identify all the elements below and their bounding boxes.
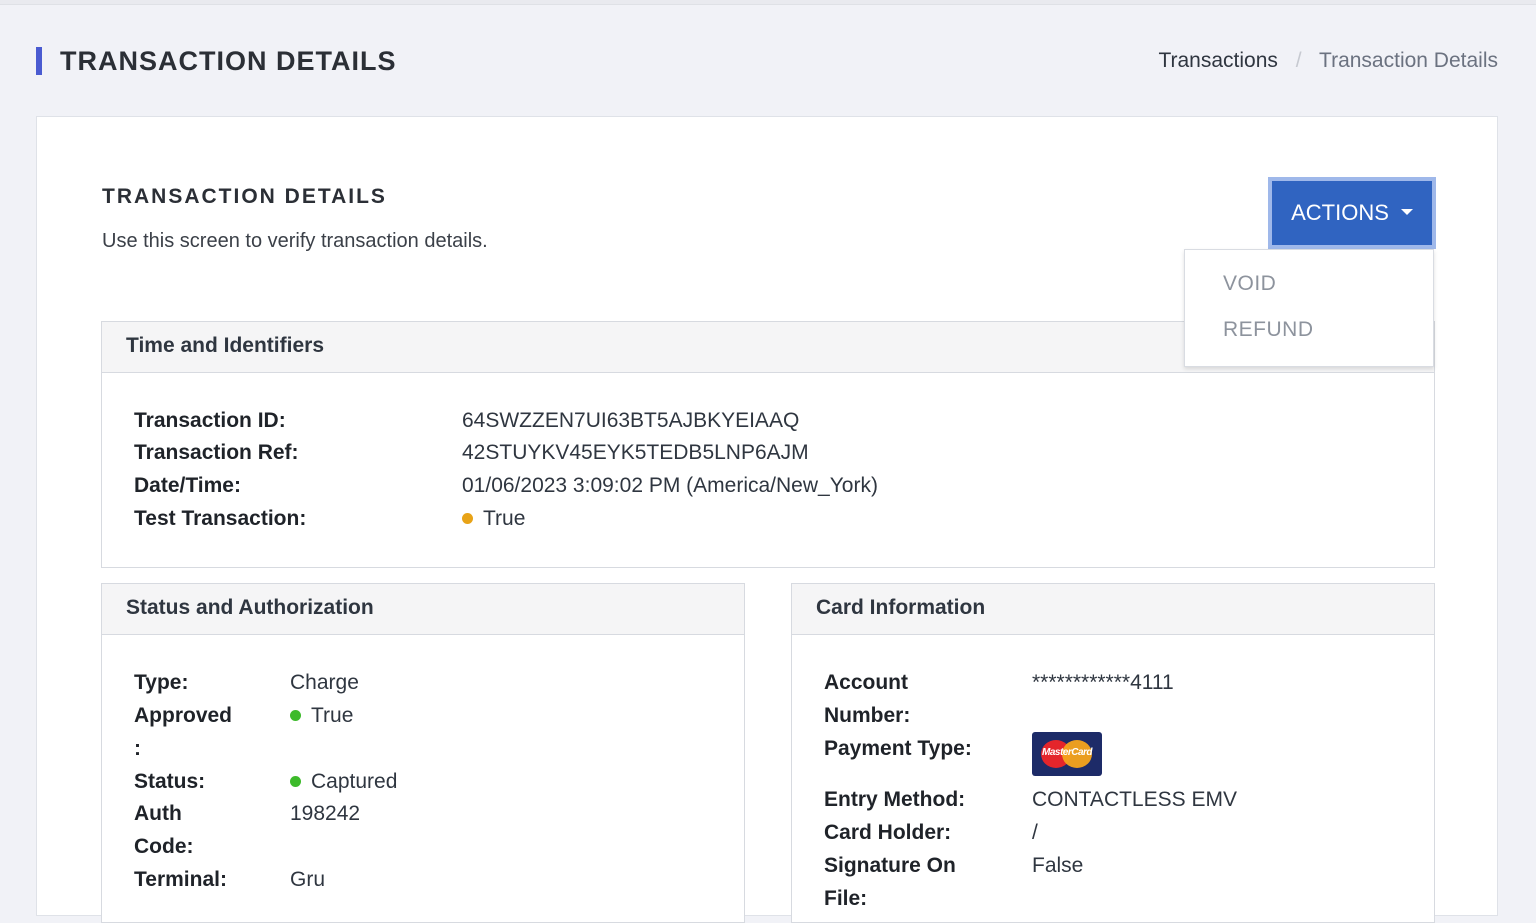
section-subtitle: Use this screen to verify transaction de… (102, 230, 488, 252)
approved-label-line2: : (134, 737, 141, 760)
status-authorization-panel: Status and Authorization Type: Charge Ap… (101, 583, 745, 923)
terminal-value: Gru (290, 868, 326, 891)
datetime-label: Date/Time: (134, 474, 241, 497)
signature-on-file-label-line1: Signature On (824, 854, 956, 877)
status-label: Status: (134, 770, 206, 793)
payment-type-label: Payment Type: (824, 737, 972, 760)
account-number-label-line2: Number: (824, 704, 911, 727)
menu-item-refund[interactable]: REFUND (1223, 318, 1314, 342)
status-dot-icon (290, 710, 301, 721)
page-title: TRANSACTION DETAILS (60, 46, 397, 76)
caret-down-icon (1400, 209, 1413, 215)
test-transaction-label: Test Transaction: (134, 507, 307, 530)
page-header: TRANSACTION DETAILS Transactions / Trans… (36, 46, 1498, 76)
entry-method-value: CONTACTLESS EMV (1032, 788, 1237, 811)
card-holder-value: / (1032, 821, 1038, 844)
section-title: TRANSACTION DETAILS (102, 185, 387, 208)
auth-code-label-line1: Auth (134, 802, 182, 825)
breadcrumb-current: Transaction Details (1319, 49, 1498, 72)
transaction-card: TRANSACTION DETAILS Use this screen to v… (36, 116, 1498, 923)
datetime-value: 01/06/2023 3:09:02 PM (America/New_York) (462, 474, 878, 497)
approved-value: True (290, 699, 353, 732)
mastercard-logo-icon: MasterCard (1032, 732, 1102, 776)
title-accent-bar (36, 47, 42, 75)
test-transaction-value: True (462, 502, 525, 535)
top-border (0, 0, 1536, 5)
type-label: Type: (134, 671, 189, 694)
entry-method-label: Entry Method: (824, 788, 966, 811)
menu-item-void[interactable]: VOID (1223, 272, 1276, 296)
type-value: Charge (290, 671, 359, 694)
mastercard-logo-text: MasterCard (1041, 747, 1093, 758)
actions-label: ACTIONS (1291, 200, 1389, 225)
status-text: Captured (311, 770, 398, 793)
transaction-ref-label: Transaction Ref: (134, 441, 299, 464)
panel-heading: Card Information (792, 584, 1434, 635)
panel-heading: Status and Authorization (102, 584, 744, 635)
account-number-value: ************4111 (1032, 671, 1174, 694)
card-holder-label: Card Holder: (824, 821, 952, 844)
transaction-ref-value: 42STUYKV45EYK5TEDB5LNP6AJM (462, 441, 809, 464)
breadcrumb-separator: / (1295, 49, 1302, 72)
breadcrumb: Transactions / Transaction Details (1158, 48, 1498, 74)
terminal-label: Terminal: (134, 868, 227, 891)
card-information-panel: Card Information Account Number: *******… (791, 583, 1435, 923)
transaction-id-label: Transaction ID: (134, 409, 286, 432)
actions-dropdown-menu: VOID REFUND (1184, 249, 1434, 367)
signature-on-file-label-line2: File: (824, 887, 868, 910)
auth-code-value: 198242 (290, 802, 361, 825)
status-dot-icon (290, 776, 301, 787)
approved-text: True (311, 704, 354, 727)
approved-label-line1: Approved (134, 704, 233, 727)
status-dot-icon (462, 513, 473, 524)
breadcrumb-transactions-link[interactable]: Transactions (1158, 49, 1277, 72)
auth-code-label-line2: Code: (134, 835, 194, 858)
account-number-label-line1: Account (824, 671, 908, 694)
actions-dropdown-button[interactable]: ACTIONS (1268, 177, 1436, 249)
test-transaction-text: True (483, 507, 526, 530)
transaction-id-value: 64SWZZEN7UI63BT5AJBKYEIAAQ (462, 409, 800, 432)
signature-on-file-value: False (1032, 854, 1084, 877)
status-value: Captured (290, 765, 397, 798)
